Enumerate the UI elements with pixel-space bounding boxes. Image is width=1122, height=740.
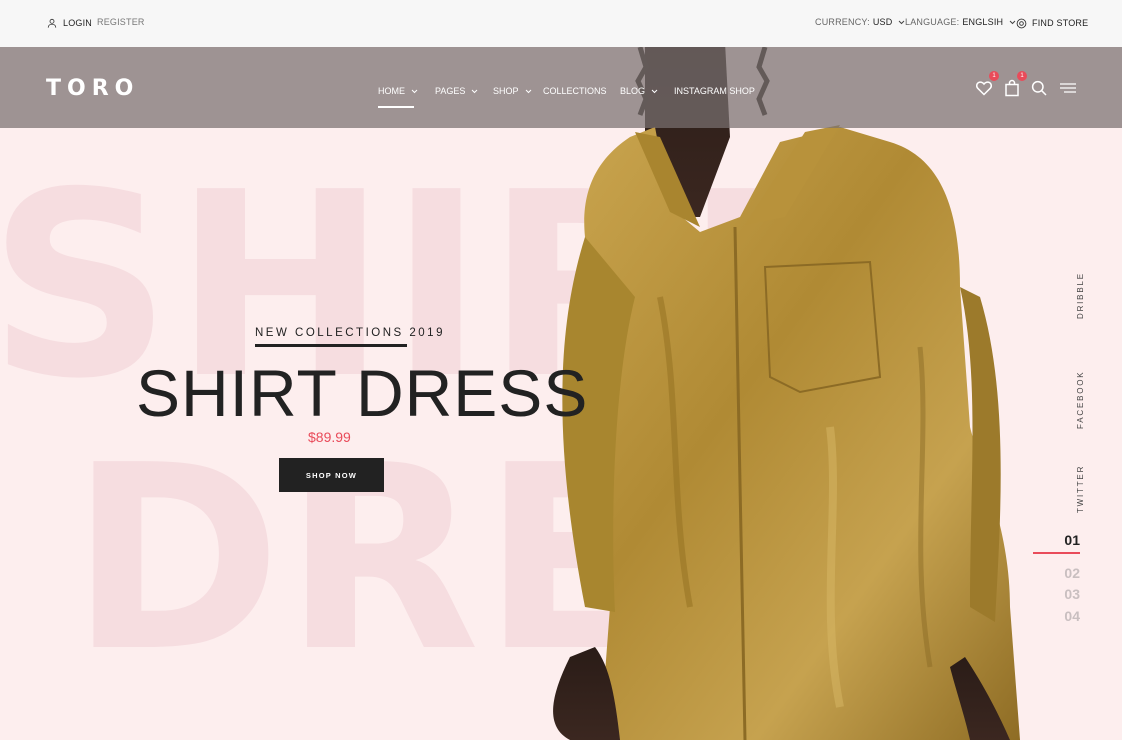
nav-blog[interactable]: BLOG [620,86,658,96]
top-bar: LOGIN REGISTER CURRENCY: USD LANGUAGE: E… [0,0,1122,47]
nav-instagram-shop[interactable]: INSTAGRAM SHOP [674,86,755,96]
nav-shop-label: SHOP [493,86,519,96]
hamburger-menu-icon [1060,83,1076,93]
nav-pages-label: PAGES [435,86,466,96]
slide-page-04[interactable]: 04 [1064,608,1080,624]
nav-collections[interactable]: COLLECTIONS [543,86,607,96]
active-nav-underline [378,106,414,108]
chevron-down-icon [471,86,478,96]
chevron-down-icon [525,86,532,96]
search-icon [1031,80,1047,96]
cart-button[interactable]: 1 [1003,71,1027,97]
chevron-down-icon [651,86,658,96]
wishlist-count-badge: 1 [989,71,999,81]
wishlist-button[interactable]: 1 [975,71,999,97]
find-store-label: FIND STORE [1032,18,1089,28]
nav-blog-label: BLOG [620,86,646,96]
login-label: LOGIN [63,18,93,28]
tagline-underline [255,344,407,347]
register-link[interactable]: REGISTER [97,17,145,27]
location-icon [1015,17,1027,29]
hero-title: SHIRT DRESS [136,356,589,430]
search-button[interactable] [1030,79,1048,97]
language-value: ENGLSIH [962,17,1004,27]
menu-button[interactable] [1059,79,1077,97]
hero-price: $89.99 [308,429,351,445]
nav-shop[interactable]: SHOP [493,86,532,96]
active-slide-indicator [1033,552,1080,554]
currency-value: USD [872,17,893,27]
shopping-bag-icon [1005,79,1019,97]
site-logo[interactable]: TORO [46,76,139,101]
nav-home-label: HOME [378,86,405,96]
find-store-link[interactable]: FIND STORE [1015,17,1088,29]
shop-now-button[interactable]: SHOP NOW [279,458,384,492]
slide-page-02[interactable]: 02 [1064,565,1080,581]
currency-select[interactable]: CURRENCY: USD [815,17,905,27]
heart-icon [976,81,992,96]
user-icon [46,17,58,29]
currency-label: CURRENCY: [815,17,870,27]
slide-page-01[interactable]: 01 [1064,532,1080,548]
hero-section: SHIRD DRES TORO HOME PAGES SHOP COLLECTI… [0,47,1122,740]
slide-page-03[interactable]: 03 [1064,586,1080,602]
social-dribbble-link[interactable]: DRIBBLE [1076,272,1085,319]
language-select[interactable]: LANGUAGE: ENGLSIH [905,17,1016,27]
nav-pages[interactable]: PAGES [435,86,478,96]
social-twitter-link[interactable]: TWITTER [1076,465,1085,513]
chevron-down-icon [411,86,418,96]
login-link[interactable]: LOGIN [46,17,92,29]
language-label: LANGUAGE: [905,17,960,27]
nav-home[interactable]: HOME [378,86,418,108]
social-facebook-link[interactable]: FACEBOOK [1076,371,1085,429]
hero-tagline: NEW COLLECTIONS 2019 [255,327,445,339]
cart-count-badge: 1 [1017,71,1027,81]
hero-model-image [553,47,1020,740]
main-header: TORO HOME PAGES SHOP COLLECTIONS BLOG IN… [0,47,1122,128]
